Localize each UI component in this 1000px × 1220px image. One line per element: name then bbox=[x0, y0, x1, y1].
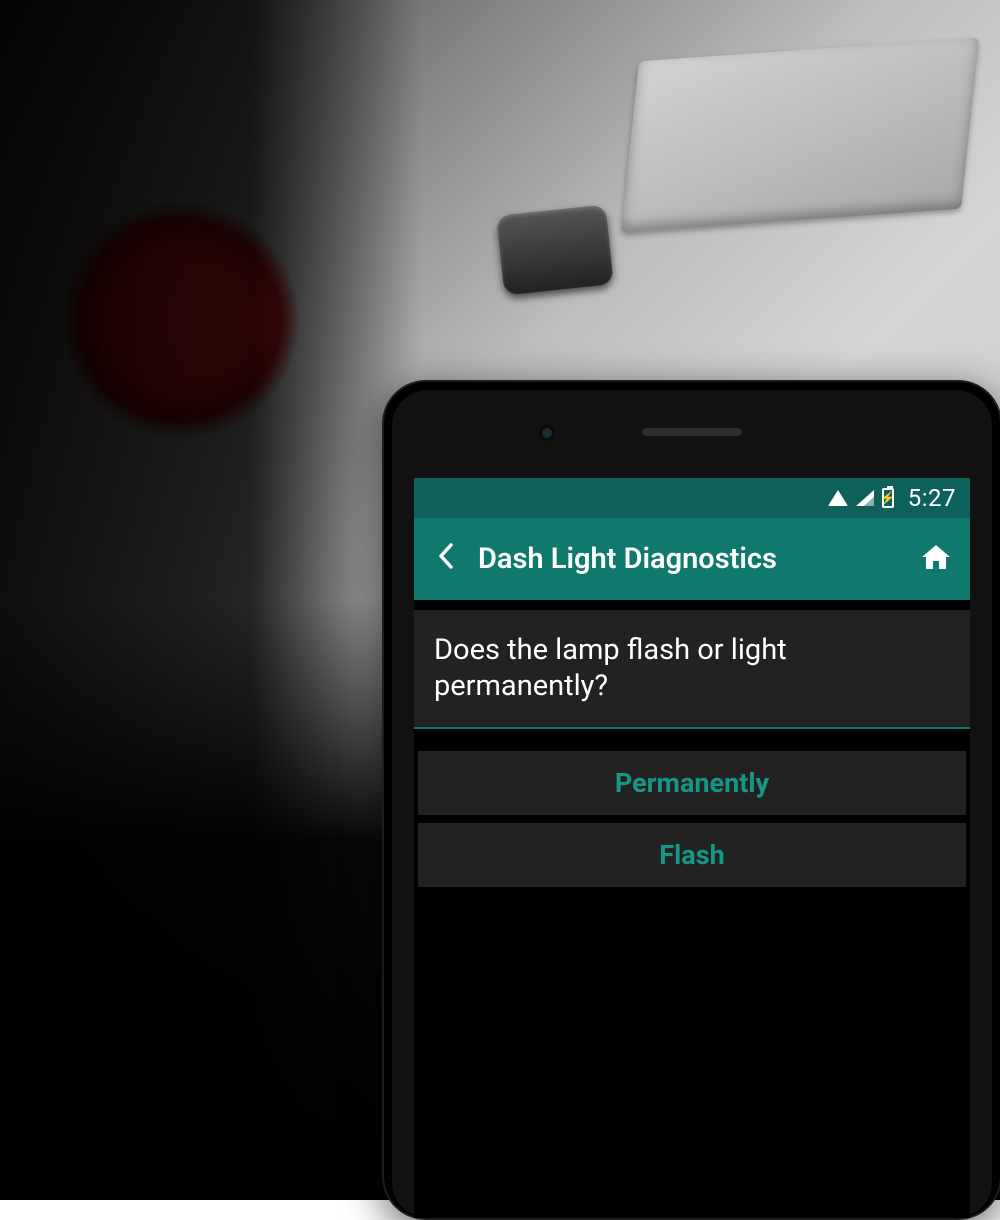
phone-device-frame: ⚡ 5:27 Dash Light Diagnostics Does the l bbox=[382, 380, 1000, 1220]
app-title: Dash Light Diagnostics bbox=[460, 542, 912, 576]
front-camera-dot bbox=[542, 428, 552, 438]
home-icon bbox=[920, 543, 952, 571]
battery-charging-icon: ⚡ bbox=[882, 488, 894, 508]
status-time: 5:27 bbox=[908, 484, 956, 512]
option-flash[interactable]: Flash bbox=[418, 823, 966, 887]
home-button[interactable] bbox=[912, 543, 952, 575]
back-button[interactable] bbox=[432, 542, 460, 577]
cellular-signal-icon bbox=[856, 490, 874, 506]
status-bar: ⚡ 5:27 bbox=[414, 478, 970, 518]
phone-bezel: ⚡ 5:27 Dash Light Diagnostics Does the l bbox=[392, 390, 992, 1218]
car-off-button-shape bbox=[496, 204, 614, 295]
answer-options: Permanently Flash bbox=[414, 729, 970, 887]
diagnostic-question: Does the lamp flash or light permanently… bbox=[414, 610, 970, 729]
option-permanently[interactable]: Permanently bbox=[418, 751, 966, 815]
content-area: Does the lamp flash or light permanently… bbox=[414, 610, 970, 887]
chevron-left-icon bbox=[438, 543, 454, 569]
glovebox-shape bbox=[621, 37, 979, 232]
wifi-icon bbox=[828, 490, 848, 506]
phone-screen: ⚡ 5:27 Dash Light Diagnostics Does the l bbox=[414, 478, 970, 1218]
app-bar: Dash Light Diagnostics bbox=[414, 518, 970, 600]
earpiece-speaker bbox=[642, 428, 742, 436]
